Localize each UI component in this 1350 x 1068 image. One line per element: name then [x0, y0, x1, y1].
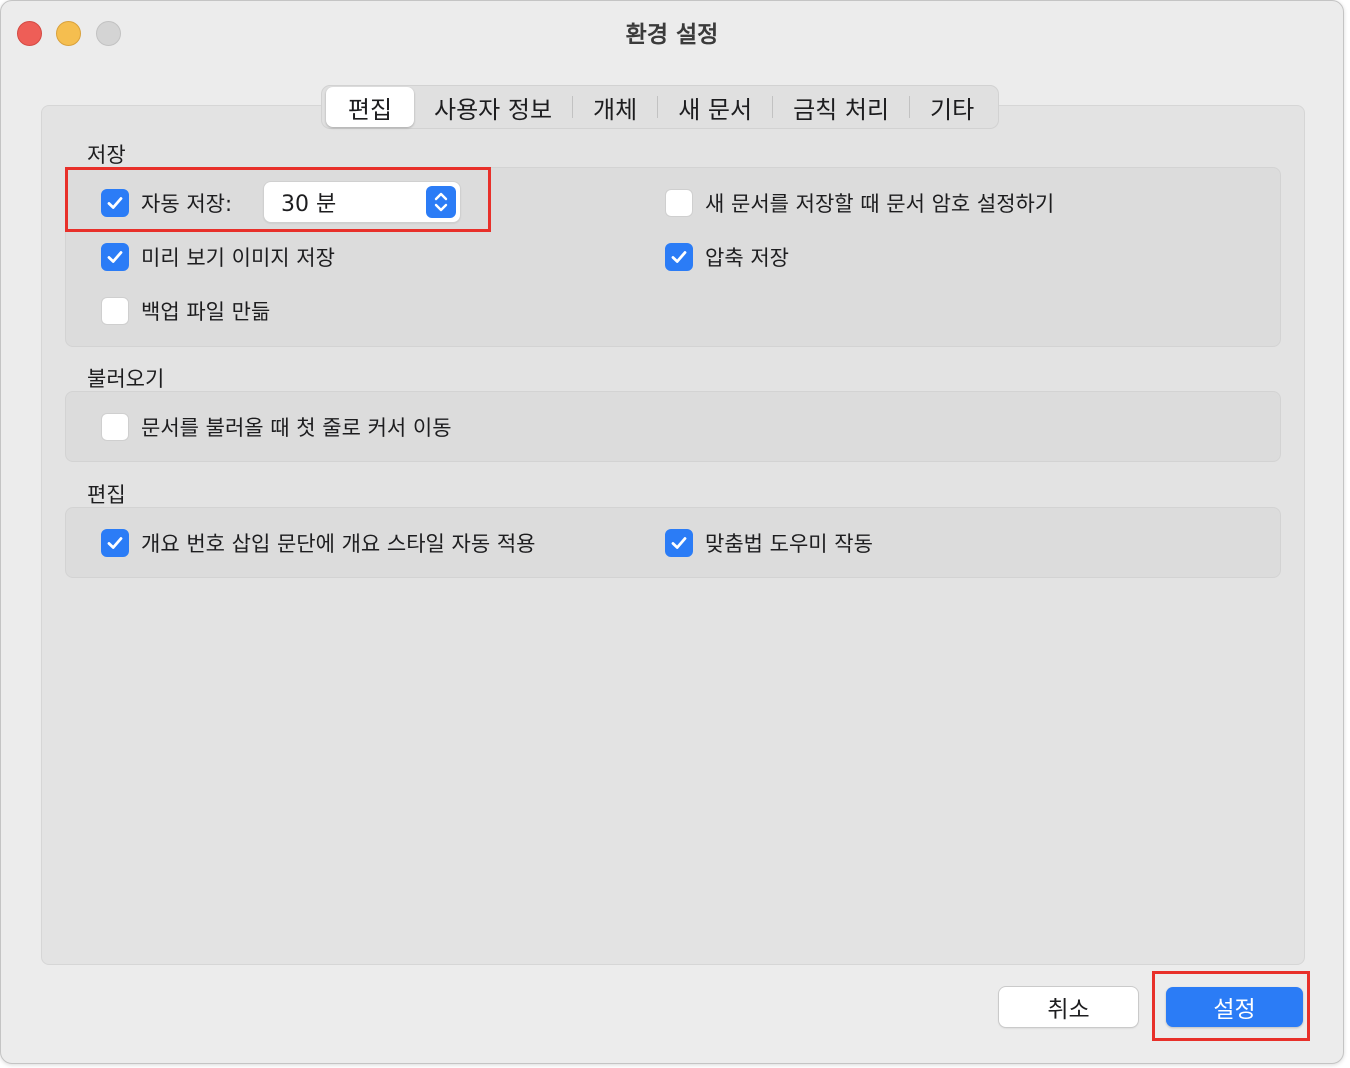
edit-section-title: 편집	[87, 483, 126, 507]
save-section-title: 저장	[87, 143, 126, 167]
checkmark-icon	[107, 251, 123, 263]
compress-save-checkbox[interactable]	[665, 243, 693, 271]
password-on-save-label: 새 문서를 저장할 때 문서 암호 설정하기	[705, 192, 1055, 216]
ok-button-highlight-box	[1152, 971, 1310, 1041]
password-on-save-checkbox[interactable]	[665, 189, 693, 217]
spell-helper-option[interactable]: 맞춤법 도우미 작동	[665, 528, 873, 558]
checkmark-icon	[671, 537, 687, 549]
spell-helper-checkbox[interactable]	[665, 529, 693, 557]
compress-save-option[interactable]: 압축 저장	[665, 242, 789, 272]
cursor-first-line-checkbox[interactable]	[101, 413, 129, 441]
checkmark-icon	[671, 251, 687, 263]
preview-image-label: 미리 보기 이미지 저장	[141, 246, 335, 270]
tab-edit[interactable]: 편집	[326, 87, 414, 127]
window-title: 환경 설정	[625, 22, 719, 48]
cursor-first-line-label: 문서를 불러올 때 첫 줄로 커서 이동	[141, 416, 452, 440]
outline-style-option[interactable]: 개요 번호 삽입 문단에 개요 스타일 자동 적용	[101, 528, 536, 558]
load-section-title: 불러오기	[87, 367, 165, 391]
preview-image-option[interactable]: 미리 보기 이미지 저장	[101, 242, 335, 272]
compress-save-label: 압축 저장	[705, 246, 789, 270]
spell-helper-label: 맞춤법 도우미 작동	[705, 532, 873, 556]
cancel-button[interactable]: 취소	[999, 987, 1138, 1027]
outline-style-checkbox[interactable]	[101, 529, 129, 557]
tab-object[interactable]: 개체	[573, 87, 657, 127]
tab-etc[interactable]: 기타	[910, 87, 994, 127]
cursor-first-line-option[interactable]: 문서를 불러올 때 첫 줄로 커서 이동	[101, 412, 452, 442]
outline-style-label: 개요 번호 삽입 문단에 개요 스타일 자동 적용	[141, 532, 536, 556]
tab-new-document[interactable]: 새 문서	[658, 87, 772, 127]
tab-bar: 편집 사용자 정보 개체 새 문서 금칙 처리 기타	[321, 85, 1000, 129]
preview-image-checkbox[interactable]	[101, 243, 129, 271]
backup-file-checkbox[interactable]	[101, 297, 129, 325]
checkmark-icon	[107, 537, 123, 549]
tab-prohibited-chars[interactable]: 금칙 처리	[773, 87, 909, 127]
preferences-window: 환경 설정 편집 사용자 정보 개체 새 문서 금칙 처리 기타 저장 자동 저…	[0, 0, 1344, 1064]
auto-save-highlight-box	[65, 167, 491, 232]
tab-user-info[interactable]: 사용자 정보	[414, 87, 572, 127]
backup-file-label: 백업 파일 만듦	[141, 300, 271, 324]
title-bar: 환경 설정	[1, 1, 1343, 63]
password-on-save-option[interactable]: 새 문서를 저장할 때 문서 암호 설정하기	[665, 188, 1054, 218]
backup-file-option[interactable]: 백업 파일 만듦	[101, 296, 270, 326]
